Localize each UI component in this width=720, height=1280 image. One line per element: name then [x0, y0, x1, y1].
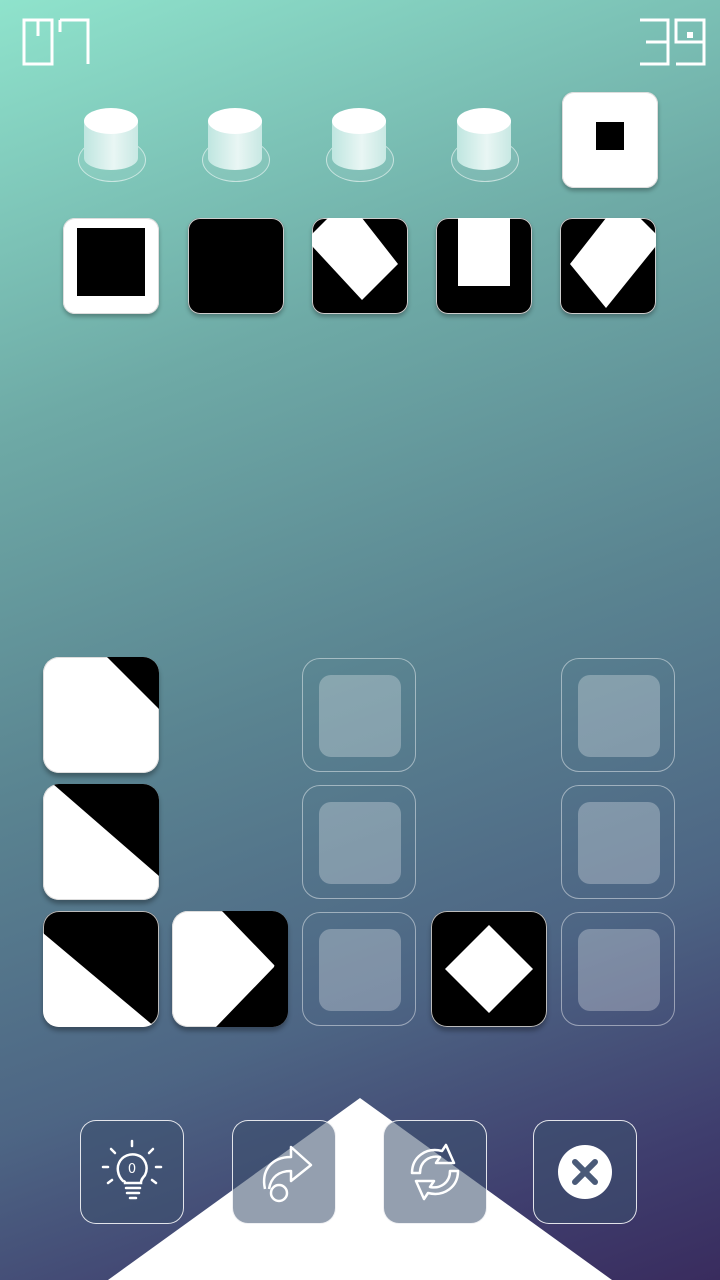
board-slot[interactable]: [561, 785, 675, 899]
digit-0: [22, 18, 54, 66]
level-counter: 07: [18, 18, 90, 68]
digit-3: [638, 18, 670, 66]
peg-2: [202, 98, 272, 188]
board-tile-half-top-right[interactable]: [43, 784, 159, 900]
digit-9: [674, 18, 706, 66]
peg-3: [326, 98, 396, 188]
skip-arrow-icon: [262, 1145, 313, 1203]
board-tile-diamond-center[interactable]: [431, 911, 547, 1027]
close-button[interactable]: [533, 1120, 637, 1224]
digit-7: [58, 18, 90, 66]
board-slot[interactable]: [561, 912, 675, 1026]
board-slot[interactable]: [561, 658, 675, 772]
peg-1: [78, 98, 148, 188]
peg-4: [451, 98, 521, 188]
refresh-icon: [410, 1143, 460, 1201]
target-tile-solid-black: [188, 218, 284, 314]
close-icon: [558, 1145, 612, 1199]
skip-button[interactable]: [232, 1120, 336, 1224]
lightbulb-icon: 0: [101, 1139, 163, 1200]
target-tile-framed-square: [63, 218, 159, 314]
target-tile-diamond-right: [312, 218, 408, 314]
moves-counter: 39: [634, 18, 706, 68]
board-slot[interactable]: [302, 912, 416, 1026]
target-tile-diamond-left: [560, 218, 656, 314]
hint-button[interactable]: 0: [80, 1120, 184, 1224]
board-tile-diagonal[interactable]: [43, 911, 159, 1027]
board-tile-arrow-right[interactable]: [172, 911, 288, 1027]
hint-count: 0: [128, 1162, 136, 1177]
board-slot[interactable]: [302, 785, 416, 899]
target-tile-notch-top: [436, 218, 532, 314]
tile-small-center-square[interactable]: [562, 92, 658, 188]
restart-button[interactable]: [383, 1120, 487, 1224]
board-tile-corner-top-right[interactable]: [43, 657, 159, 773]
board-slot[interactable]: [302, 658, 416, 772]
